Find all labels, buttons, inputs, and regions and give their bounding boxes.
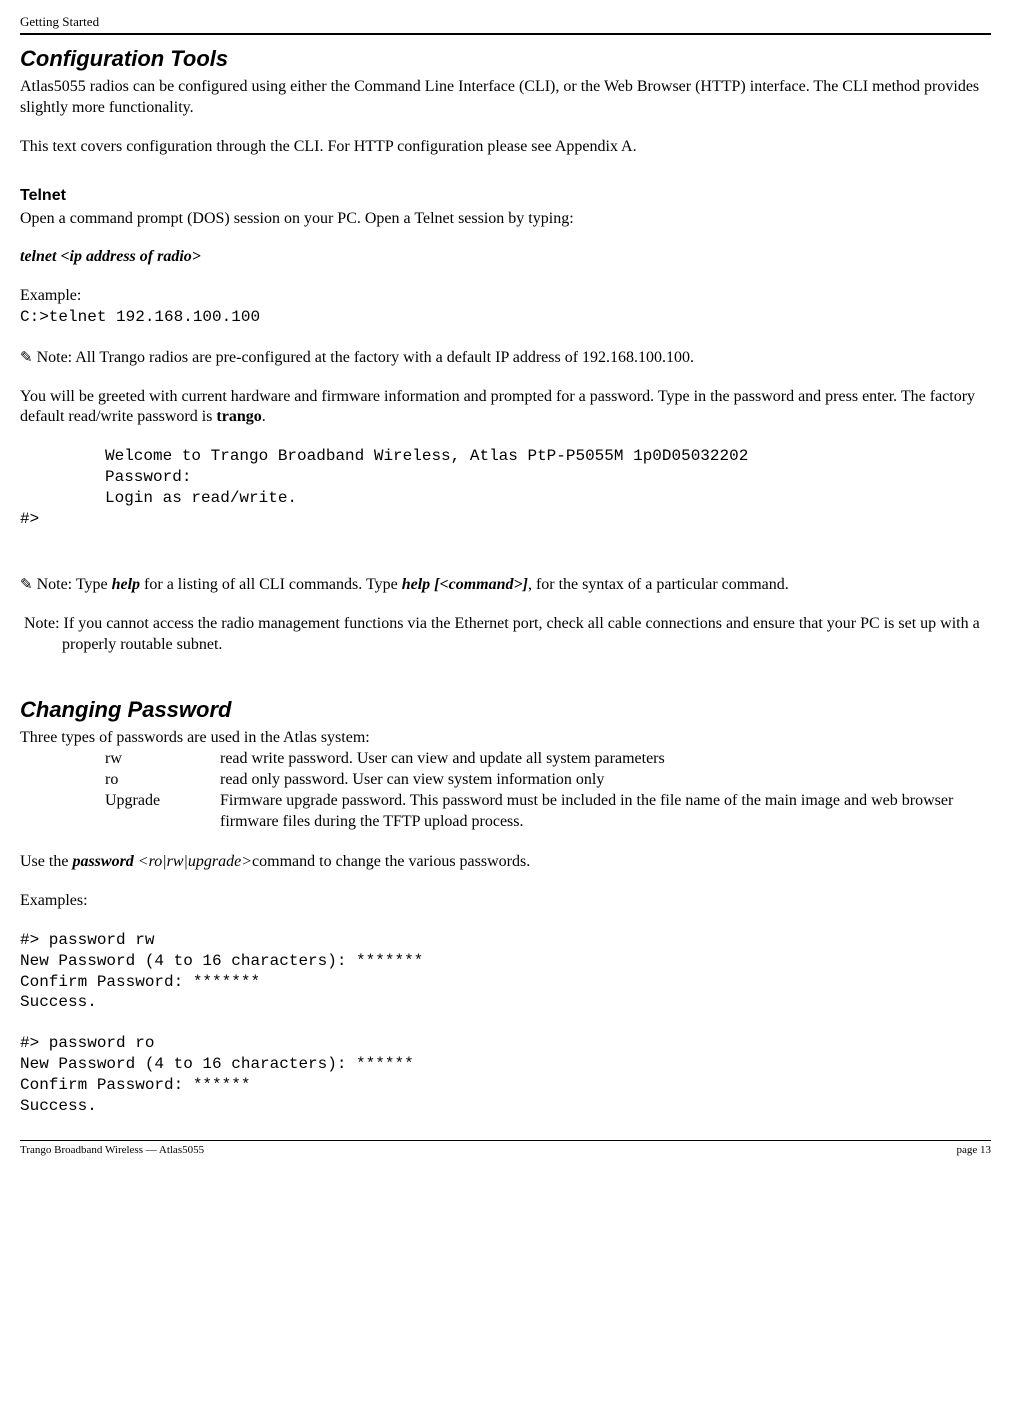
pencil-icon: ✎: [20, 575, 33, 595]
example-label: Example:: [20, 286, 991, 307]
pw-intro: Three types of passwords are used in the…: [20, 728, 991, 749]
greeting-para: You will be greeted with current hardwar…: [20, 387, 991, 429]
greeting-bold: trango: [216, 408, 261, 425]
example-ro: #> password ro New Password (4 to 16 cha…: [20, 1033, 991, 1116]
note2-a: Note: Type: [33, 576, 112, 593]
heading-telnet: Telnet: [20, 186, 991, 207]
note-default-ip: ✎ Note: All Trango radios are pre-config…: [20, 348, 991, 369]
login-line: Login as read/write.: [105, 488, 991, 509]
greeting-b: .: [262, 408, 266, 425]
note-no-access: ✎ Note: If you cannot access the radio m…: [20, 614, 991, 656]
pw-row: Upgrade Firmware upgrade password. This …: [20, 791, 991, 833]
page-footer: Trango Broadband Wireless — Atlas5055 pa…: [20, 1141, 991, 1157]
note1-text: All Trango radios are pre-configured at …: [75, 349, 694, 366]
use-d: command to change the various passwords.: [252, 853, 530, 870]
config-tools-p1: Atlas5055 radios can be configured using…: [20, 77, 991, 119]
note2-d: help [<command>]: [402, 576, 528, 593]
password-line: Password:: [105, 467, 991, 488]
pencil-icon: ✎: [20, 348, 33, 368]
footer-right: page 13: [956, 1143, 991, 1157]
page-header: Getting Started: [20, 14, 991, 33]
pw-key-ro: ro: [105, 770, 220, 791]
use-c: <ro|rw|upgrade>: [138, 853, 252, 870]
note1-prefix: Note:: [33, 349, 76, 366]
example-rw: #> password rw New Password (4 to 16 cha…: [20, 930, 991, 1013]
pw-key-rw: rw: [105, 749, 220, 770]
prompt-line: #>: [20, 509, 991, 530]
note2-e: , for the syntax of a particular command…: [528, 576, 789, 593]
config-tools-p2: This text covers configuration through t…: [20, 137, 991, 158]
pw-row: ro read only password. User can view sys…: [20, 770, 991, 791]
pw-desc-rw: read write password. User can view and u…: [220, 749, 991, 770]
footer-left: Trango Broadband Wireless — Atlas5055: [20, 1143, 204, 1157]
note2-c: for a listing of all CLI commands. Type: [140, 576, 402, 593]
use-a: Use the: [20, 853, 72, 870]
use-password-cmd: Use the password <ro|rw|upgrade>command …: [20, 852, 991, 873]
pw-desc-upgrade: Firmware upgrade password. This password…: [220, 791, 991, 833]
telnet-open-prompt: Open a command prompt (DOS) session on y…: [20, 209, 991, 230]
note3-a: Note: If you cannot access the radio man…: [20, 615, 980, 653]
example-command: C:>telnet 192.168.100.100: [20, 307, 991, 328]
header-rule: [20, 33, 991, 35]
greeting-a: You will be greeted with current hardwar…: [20, 388, 975, 426]
pw-row: rw read write password. User can view an…: [20, 749, 991, 770]
welcome-line: Welcome to Trango Broadband Wireless, At…: [105, 446, 991, 467]
examples-label: Examples:: [20, 891, 991, 912]
pw-key-upgrade: Upgrade: [105, 791, 220, 833]
heading-config-tools: Configuration Tools: [20, 45, 991, 74]
note2-b: help: [112, 576, 140, 593]
pw-desc-ro: read only password. User can view system…: [220, 770, 991, 791]
telnet-command-syntax: telnet <ip address of radio>: [20, 247, 991, 268]
use-b: password: [72, 853, 137, 870]
note-help: ✎ Note: Type help for a listing of all C…: [20, 575, 991, 596]
heading-changing-password: Changing Password: [20, 696, 991, 725]
